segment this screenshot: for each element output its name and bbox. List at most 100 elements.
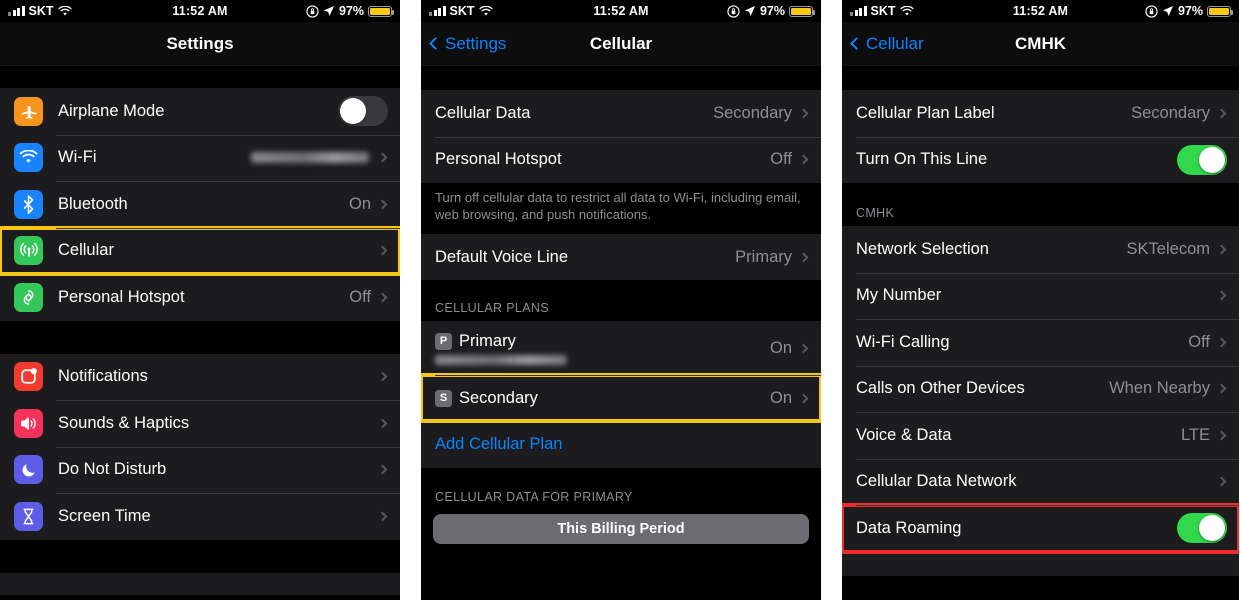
list-top-spacer (842, 66, 1239, 90)
cellular-data-header-wrap: CELLULAR DATA FOR PRIMARY (421, 467, 821, 510)
sidebar-item-airplane-mode[interactable]: Airplane Mode (0, 88, 400, 135)
chevron-right-icon (377, 245, 388, 256)
settings-group-notifications: Notifications Sounds & Haptics Do Not Di… (0, 353, 400, 540)
row-cellular-data-network[interactable]: Cellular Data Network (842, 458, 1239, 505)
row-personal-hotspot[interactable]: Personal Hotspot Off (421, 136, 821, 183)
cmhk-list[interactable]: Cellular Plan Label Secondary Turn On Th… (842, 66, 1239, 600)
location-arrow-icon (323, 5, 335, 17)
row-value: When Nearby (1109, 379, 1210, 398)
row-default-voice-line[interactable]: Default Voice Line Primary (421, 233, 821, 281)
chevron-right-icon (377, 371, 388, 382)
row-value: Secondary (713, 103, 792, 122)
chevron-right-icon (1216, 337, 1227, 348)
panel-settings: SKT 11:52 AM 97% Settings Airplane Mode … (0, 0, 400, 600)
settings-group-connectivity: Airplane Mode Wi-Fi Bluetooth On Cellula… (0, 88, 400, 321)
row-value: On (769, 338, 792, 357)
chevron-right-icon (1216, 476, 1227, 487)
sidebar-item-bluetooth[interactable]: Bluetooth On (0, 181, 400, 228)
status-bar-left: SKT (429, 4, 493, 18)
row-label: Wi-Fi Calling (856, 332, 950, 351)
row-value: SKTelecom (1126, 239, 1210, 258)
sidebar-item-label: Personal Hotspot (58, 287, 185, 306)
wifi-network-name-redacted (251, 152, 369, 164)
cellular-data-group: Cellular Data Secondary Personal Hotspot… (421, 90, 821, 183)
row-label: Default Voice Line (435, 247, 569, 266)
battery-low-power-icon (368, 5, 394, 17)
row-voice-and-data[interactable]: Voice & Data LTE (842, 412, 1239, 459)
three-panel-screenshot: SKT 11:52 AM 97% Settings Airplane Mode … (0, 0, 1240, 600)
cellular-data-footnote: Turn off cellular data to restrict all d… (421, 183, 821, 234)
row-wifi-calling[interactable]: Wi-Fi Calling Off (842, 319, 1239, 366)
partial-row-bottom (0, 572, 400, 595)
sidebar-item-wifi[interactable]: Wi-Fi (0, 134, 400, 181)
carrier-label: SKT (28, 4, 54, 18)
chevron-right-icon (1216, 244, 1227, 255)
row-plan-secondary[interactable]: S Secondary On (421, 373, 821, 424)
row-cellular-data[interactable]: Cellular Data Secondary (421, 90, 821, 137)
airplane-mode-toggle[interactable] (338, 96, 388, 127)
sidebar-item-cellular[interactable]: Cellular (0, 225, 400, 276)
group-gap-bottom (0, 539, 400, 573)
row-turn-on-this-line[interactable]: Turn On This Line (842, 136, 1239, 183)
navigation-bar: Settings (0, 22, 400, 66)
back-button-settings[interactable]: Settings (429, 34, 506, 54)
chevron-left-icon (429, 37, 442, 50)
back-button-label: Cellular (866, 33, 924, 53)
row-calls-on-other-devices[interactable]: Calls on Other Devices When Nearby (842, 365, 1239, 412)
signal-bars-icon (429, 6, 446, 16)
row-network-selection[interactable]: Network Selection SKTelecom (842, 226, 1239, 273)
row-data-roaming[interactable]: Data Roaming (842, 503, 1239, 554)
sidebar-item-label: Do Not Disturb (58, 460, 167, 479)
segment-this-billing-period[interactable]: This Billing Period (433, 513, 809, 544)
turn-on-this-line-toggle[interactable] (1177, 144, 1227, 175)
row-add-cellular-plan[interactable]: Add Cellular Plan (421, 421, 821, 468)
row-label: Network Selection (856, 239, 989, 258)
status-bar: SKT 11:52 AM 97% (842, 0, 1239, 22)
cellular-list[interactable]: Cellular Data Secondary Personal Hotspot… (421, 66, 821, 600)
row-my-number[interactable]: My Number (842, 272, 1239, 319)
status-bar: SKT 11:52 AM 97% (0, 0, 400, 22)
sidebar-item-label: Notifications (58, 367, 148, 386)
cellular-plans-group: P Primary On S Secondary On Add Cellular… (421, 321, 821, 468)
status-bar-left: SKT (8, 4, 72, 18)
wifi-icon (478, 5, 493, 17)
sidebar-item-do-not-disturb[interactable]: Do Not Disturb (0, 446, 400, 493)
row-partial-cut-off[interactable] (842, 551, 1239, 576)
chevron-right-icon (1216, 383, 1227, 394)
sidebar-item-notifications[interactable]: Notifications (0, 353, 400, 400)
carrier-label: SKT (449, 4, 475, 18)
sidebar-item-screen-time[interactable]: Screen Time (0, 493, 400, 540)
sidebar-item-personal-hotspot[interactable]: Personal Hotspot Off (0, 274, 400, 321)
cellular-antenna-icon (14, 236, 43, 266)
settings-list[interactable]: Airplane Mode Wi-Fi Bluetooth On Cellula… (0, 66, 400, 600)
row-value: Off (770, 150, 792, 169)
chevron-right-icon (377, 152, 388, 163)
row-plan-primary[interactable]: P Primary On (421, 321, 821, 376)
panel-divider-1 (400, 0, 421, 600)
personal-hotspot-icon (14, 282, 43, 312)
chevron-left-icon (850, 37, 863, 50)
row-label: Primary (459, 331, 516, 350)
row-cellular-plan-label[interactable]: Cellular Plan Label Secondary (842, 90, 1239, 137)
status-bar-right: 97% (306, 4, 394, 18)
plan-primary-number-redacted (435, 354, 567, 365)
cellular-plans-header-wrap: CELLULAR PLANS (421, 280, 821, 322)
wifi-icon (899, 5, 914, 17)
row-label: Cellular Data (435, 103, 531, 122)
data-roaming-toggle[interactable] (1177, 513, 1227, 544)
sidebar-item-sounds-haptics[interactable]: Sounds & Haptics (0, 400, 400, 447)
sounds-haptics-icon (14, 408, 43, 438)
plan-badge-primary: P (435, 332, 452, 350)
battery-low-power-icon (1207, 5, 1233, 17)
airplane-icon (14, 96, 43, 126)
chevron-right-icon (798, 154, 809, 165)
panel-divider-2 (821, 0, 842, 600)
row-value: Secondary (1131, 103, 1210, 122)
chevron-right-icon (377, 511, 388, 522)
plan-primary-text: P Primary (435, 332, 770, 365)
row-value: LTE (1180, 425, 1210, 444)
do-not-disturb-moon-icon (14, 455, 43, 485)
back-button-cellular[interactable]: Cellular (850, 33, 924, 54)
sidebar-item-label: Screen Time (58, 506, 151, 525)
plan-settings-group: Cellular Plan Label Secondary Turn On Th… (842, 90, 1239, 183)
